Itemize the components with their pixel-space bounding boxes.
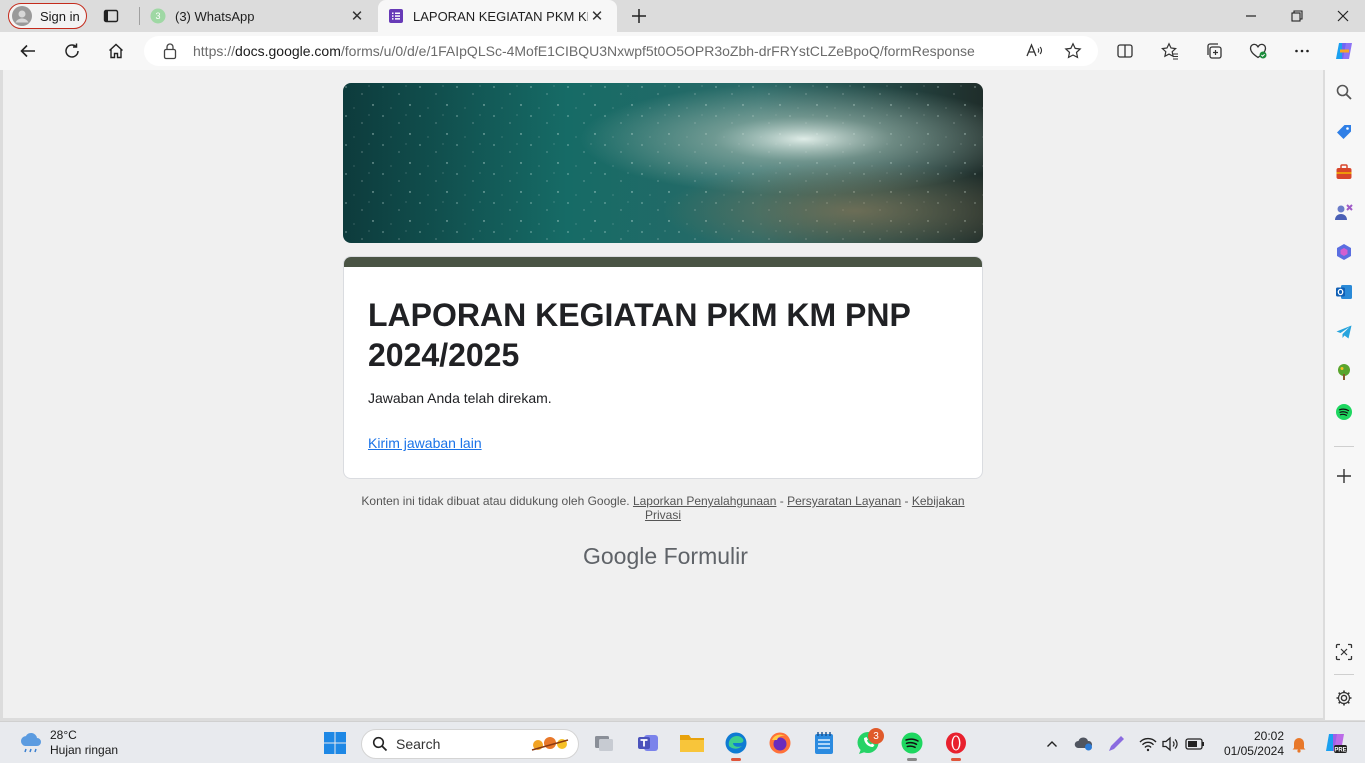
pen-icon[interactable]	[1106, 734, 1126, 754]
shopping-tag-icon[interactable]	[1334, 122, 1354, 142]
google-forms-favicon-icon	[389, 9, 403, 23]
screenshot-icon[interactable]	[1334, 642, 1354, 662]
battery-icon[interactable]	[1185, 734, 1205, 754]
google-forms-logo[interactable]: Google Formulir	[583, 543, 748, 570]
search-placeholder: Search	[396, 736, 441, 752]
taskbar-search-box[interactable]: Search	[361, 729, 579, 759]
search-icon	[372, 736, 388, 752]
terms-of-service-link[interactable]: Persyaratan Layanan	[787, 494, 901, 508]
search-icon[interactable]	[1334, 82, 1354, 102]
close-tab-icon[interactable]: ✕	[349, 8, 365, 25]
start-icon[interactable]	[321, 729, 349, 757]
system-clock[interactable]: 20:02 01/05/2024	[1218, 729, 1284, 759]
form-footer: Konten ini tidak dibuat atau didukung ol…	[350, 494, 976, 522]
sidebar-divider	[1334, 446, 1354, 447]
teams-icon[interactable]	[634, 729, 662, 757]
home-icon[interactable]	[104, 40, 128, 62]
form-header-image	[343, 83, 983, 243]
spotify-icon[interactable]	[1334, 402, 1354, 422]
tab-title: LAPORAN KEGIATAN PKM KM PNP 2024/2025	[413, 8, 588, 24]
tab-google-form[interactable]: LAPORAN KEGIATAN PKM KM PNP 2024/2025 ✕	[378, 0, 617, 32]
avatar-icon	[12, 6, 32, 26]
edge-icon[interactable]	[722, 729, 750, 761]
form-accent-bar	[344, 257, 982, 267]
microsoft365-icon[interactable]	[1334, 242, 1354, 262]
copilot-icon[interactable]	[1332, 40, 1356, 62]
minimize-icon[interactable]	[1239, 4, 1263, 28]
tab-whatsapp[interactable]: 3 (3) WhatsApp ✕	[140, 0, 377, 32]
spotify-taskbar-icon[interactable]	[898, 729, 926, 761]
profile-label: Sign in	[40, 8, 80, 24]
form-card: LAPORAN KEGIATAN PKM KM PNP 2024/2025 Ja…	[343, 256, 983, 479]
disclaimer-text: Konten ini tidak dibuat atau didukung ol…	[361, 494, 630, 508]
onedrive-sync-icon[interactable]	[1074, 734, 1094, 754]
favorites-icon[interactable]	[1158, 40, 1182, 62]
games-icon[interactable]	[1334, 202, 1354, 222]
task-view-icon[interactable]	[590, 729, 618, 757]
svg-text:3: 3	[155, 11, 160, 21]
read-aloud-icon[interactable]	[1022, 40, 1046, 62]
telegram-icon[interactable]	[1334, 322, 1354, 342]
notification-badge: 3	[868, 728, 884, 744]
refresh-icon[interactable]	[60, 40, 84, 62]
notification-bell-icon[interactable]	[1289, 734, 1309, 754]
whatsapp-favicon-icon: 3	[150, 8, 166, 24]
footer-separator: -	[779, 494, 784, 508]
page-title: LAPORAN KEGIATAN PKM KM PNP 2024/2025	[368, 297, 911, 373]
copilot-taskbar-icon[interactable]: PRE	[1323, 731, 1347, 755]
collections-icon[interactable]	[1202, 40, 1226, 62]
close-window-icon[interactable]	[1331, 4, 1355, 28]
search-highlight-icon	[531, 737, 569, 751]
close-tab-icon[interactable]: ✕	[589, 8, 605, 25]
temperature: 28°C	[50, 728, 77, 742]
volume-icon[interactable]	[1160, 734, 1180, 754]
star-icon[interactable]	[1061, 40, 1085, 62]
tree-icon[interactable]	[1334, 362, 1354, 382]
forms-wordmark: Formulir	[663, 543, 748, 569]
notepad-icon[interactable]	[810, 729, 838, 757]
svg-text:PRE: PRE	[1334, 748, 1346, 754]
weather-widget[interactable]: 28°C Hujan ringan	[18, 728, 118, 758]
clock-time: 20:02	[1253, 729, 1284, 743]
chevron-up-icon[interactable]	[1042, 734, 1062, 754]
wifi-icon[interactable]	[1138, 734, 1158, 754]
weather-condition: Hujan ringan	[50, 743, 119, 757]
lock-icon[interactable]	[162, 42, 178, 60]
tab-actions-icon[interactable]	[102, 7, 120, 25]
sidebar-divider	[1334, 674, 1354, 675]
profile-button[interactable]: Sign in	[8, 3, 87, 29]
tab-title: (3) WhatsApp	[175, 8, 255, 24]
file-explorer-icon[interactable]	[678, 729, 706, 757]
report-abuse-link[interactable]: Laporkan Penyalahgunaan	[633, 494, 776, 508]
clock-date: 01/05/2024	[1223, 744, 1284, 758]
browser-essentials-icon[interactable]	[1246, 40, 1270, 62]
restore-icon[interactable]	[1285, 4, 1309, 28]
back-icon[interactable]	[16, 40, 40, 62]
tools-icon[interactable]	[1334, 162, 1354, 182]
url-text[interactable]: https://docs.google.com/forms/u/0/d/e/1F…	[193, 43, 975, 59]
outlook-icon[interactable]	[1334, 282, 1354, 302]
firefox-icon[interactable]	[766, 729, 794, 757]
footer-separator: -	[904, 494, 909, 508]
split-screen-icon[interactable]	[1113, 40, 1137, 62]
opera-icon[interactable]	[942, 729, 970, 761]
submit-another-response-link[interactable]: Kirim jawaban lain	[368, 435, 482, 451]
google-wordmark: Google	[583, 543, 658, 569]
new-tab-icon[interactable]	[628, 5, 650, 27]
confirmation-message: Jawaban Anda telah direkam.	[368, 390, 552, 406]
settings-icon[interactable]	[1334, 688, 1354, 708]
add-icon[interactable]	[1334, 466, 1354, 486]
more-icon[interactable]	[1290, 40, 1314, 62]
rain-cloud-icon	[20, 732, 41, 753]
